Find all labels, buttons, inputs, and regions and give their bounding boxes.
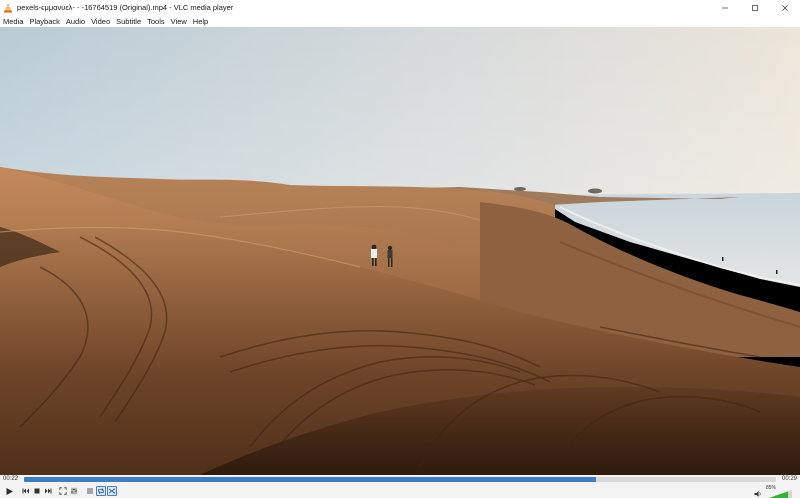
seek-bar[interactable]: [24, 477, 776, 482]
menu-media[interactable]: Media: [3, 17, 23, 26]
menu-help[interactable]: Help: [193, 17, 208, 26]
video-area[interactable]: [0, 27, 800, 475]
maximize-icon[interactable]: [740, 0, 770, 15]
menu-tools[interactable]: Tools: [147, 17, 165, 26]
total-time: 00:29: [781, 476, 797, 482]
minimize-icon[interactable]: [710, 0, 740, 15]
window-title: pexels-ϵμμανυελ- - -16764519 (Original).…: [17, 3, 234, 12]
fullscreen-icon[interactable]: [58, 486, 68, 496]
previous-icon[interactable]: [21, 486, 31, 496]
close-icon[interactable]: [770, 0, 800, 15]
video-frame-desert-dunes: [0, 27, 800, 475]
elapsed-time: 00:22: [3, 476, 19, 482]
title-bar: pexels-ϵμμανυελ- - -16764519 (Original).…: [0, 0, 800, 15]
window-controls: [710, 0, 800, 15]
seek-row: 00:22 00:29: [0, 475, 800, 484]
menu-video[interactable]: Video: [91, 17, 110, 26]
stop-icon[interactable]: [32, 486, 42, 496]
shuffle-icon[interactable]: [107, 486, 117, 496]
play-icon[interactable]: [4, 486, 15, 496]
menu-bar: Media Playback Audio Video Subtitle Tool…: [0, 15, 800, 27]
menu-playback[interactable]: Playback: [29, 17, 59, 26]
seek-progress: [24, 477, 596, 482]
playlist-icon[interactable]: [85, 486, 95, 496]
extended-settings-icon[interactable]: [69, 486, 79, 496]
vlc-cone-icon[interactable]: [3, 3, 13, 13]
volume-slider[interactable]: [766, 488, 792, 498]
speaker-icon[interactable]: [754, 487, 762, 497]
loop-icon[interactable]: [96, 486, 106, 496]
menu-audio[interactable]: Audio: [66, 17, 85, 26]
controls-bar: 85%: [0, 484, 800, 498]
next-icon[interactable]: [43, 486, 53, 496]
menu-subtitle[interactable]: Subtitle: [116, 17, 141, 26]
menu-view[interactable]: View: [171, 17, 187, 26]
